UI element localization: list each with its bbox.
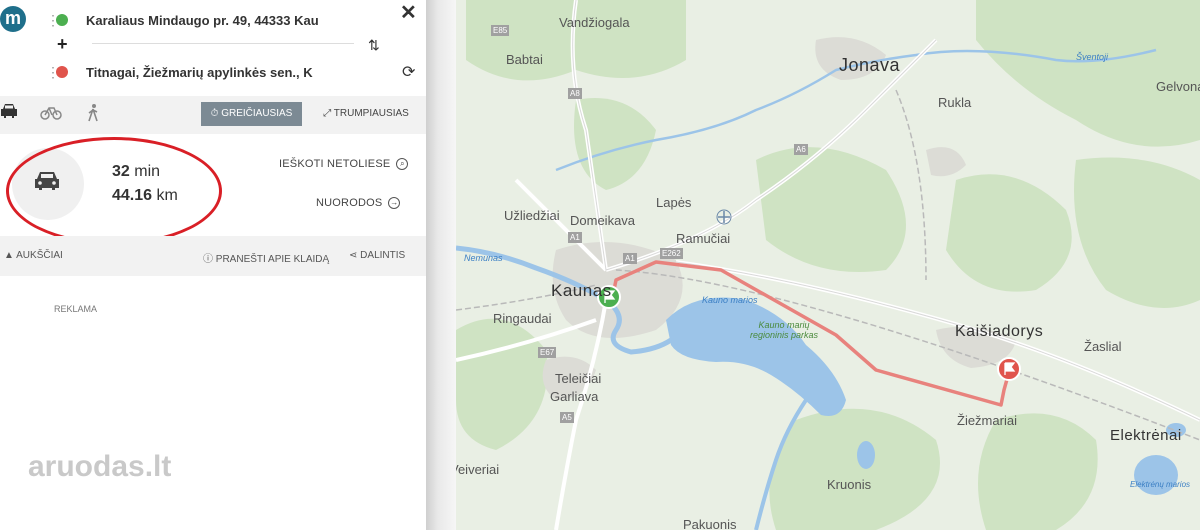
town-label: Kruonis: [827, 477, 872, 492]
origin-row[interactable]: ⋮ Karaliaus Mindaugo pr. 49, 44333 Kau: [46, 8, 348, 32]
swap-icon[interactable]: ⇅: [368, 37, 380, 54]
road-label: A1: [623, 253, 637, 264]
city-label: Elektrėnai: [1110, 427, 1182, 444]
park-label: Kauno marių regioninis parkas: [749, 320, 819, 340]
destination-input[interactable]: Titnagai, Žiežmarių apylinkės sen., K: [86, 65, 348, 80]
destination-row[interactable]: ⋮ Titnagai, Žiežmarių apylinkės sen., K: [46, 60, 348, 84]
end-flag-icon[interactable]: [997, 357, 1021, 381]
elevations-button[interactable]: ▲ AUKŠČIAI: [4, 250, 63, 261]
road-label: A5: [560, 412, 574, 423]
car-mode-button[interactable]: [0, 103, 18, 124]
search-icon: ⌕: [396, 158, 409, 171]
road-label: A6: [794, 144, 808, 155]
start-pin-icon: [56, 14, 68, 26]
report-error-button[interactable]: ⓘ PRANEŠTI APIE KLAIDĄ: [203, 250, 329, 265]
directions-icon: →: [388, 197, 401, 210]
town-label: Teleičiai: [555, 371, 602, 386]
town-label: Rukla: [938, 95, 972, 110]
watermark-logo: aruodas.lt: [28, 450, 172, 483]
drag-handle-icon[interactable]: ⋮: [46, 65, 60, 79]
town-label: Užliedžiai: [504, 208, 560, 223]
city-label: Jonava: [839, 55, 901, 75]
map-canvas: [456, 0, 1200, 530]
ad-label: REKLAMA: [54, 304, 98, 314]
ruler-icon: ⤢: [323, 108, 332, 119]
town-label: Ringaudai: [493, 311, 552, 326]
info-icon: ⓘ: [203, 254, 213, 265]
directions-link[interactable]: NUORODOS →: [316, 197, 401, 210]
town-label: Veiveriai: [456, 462, 500, 477]
add-stop-button[interactable]: +: [57, 34, 68, 55]
bicycle-icon: [40, 107, 62, 120]
town-label: Domeikava: [570, 213, 636, 228]
road-label: A1: [568, 232, 582, 243]
close-icon[interactable]: ✕: [400, 0, 417, 25]
mountain-icon: ▲: [4, 250, 14, 261]
origin-input[interactable]: Karaliaus Mindaugo pr. 49, 44333 Kau: [86, 13, 348, 28]
town-label: Žaslial: [1084, 339, 1122, 354]
share-button[interactable]: ⋖ DALINTIS: [349, 250, 405, 261]
road-label: E67: [538, 347, 557, 358]
town-label: Ramučiai: [676, 231, 731, 246]
refresh-icon[interactable]: ⟳: [402, 62, 415, 82]
water-label: Elektrėnų marios: [1130, 480, 1191, 489]
stopwatch-icon: ⏱: [210, 108, 219, 119]
town-label: Lapės: [656, 195, 692, 210]
city-label: Kaišiadorys: [955, 323, 1044, 340]
fastest-route-button[interactable]: ⏱ GREIČIAUSIAS: [201, 102, 302, 126]
water-label: Kauno marios: [702, 295, 758, 305]
road-label: E262: [660, 248, 683, 259]
water-label: Šventoji: [1076, 52, 1109, 62]
water-label: Nemunas: [464, 253, 503, 263]
town-label: Vandžiogala: [559, 15, 630, 30]
panel-divider[interactable]: [426, 0, 456, 530]
town-label: Žiežmariai: [957, 413, 1017, 428]
airport-icon: [716, 209, 732, 225]
app-logo[interactable]: m: [0, 6, 26, 32]
share-icon: ⋖: [349, 250, 358, 261]
city-label: Kaunas: [551, 281, 612, 300]
road-label: A8: [568, 88, 582, 99]
shortest-label: TRUMPIAUSIAS: [333, 108, 409, 119]
route-panel: m ⋮ Karaliaus Mindaugo pr. 49, 44333 Kau…: [0, 0, 426, 530]
bicycle-mode-button[interactable]: [40, 104, 62, 125]
town-label: Babtai: [506, 52, 543, 67]
fastest-label: GREIČIAUSIAS: [221, 108, 293, 119]
map-view[interactable]: Jonava Kaišiadorys Elektrėnai Kaunas Van…: [456, 0, 1200, 530]
town-label: Gelvonai: [1156, 79, 1200, 94]
car-icon: [1, 104, 17, 118]
divider: [92, 43, 354, 44]
town-label: Pakuonis: [683, 517, 737, 530]
walk-icon: [88, 104, 98, 122]
road-label: E85: [491, 25, 510, 36]
end-pin-icon: [56, 66, 68, 78]
town-label: Garliava: [550, 389, 599, 404]
shortest-route-button[interactable]: ⤢ TRUMPIAUSIAS: [312, 102, 420, 126]
drag-handle-icon[interactable]: ⋮: [46, 13, 60, 27]
walk-mode-button[interactable]: [86, 104, 100, 127]
search-nearby-link[interactable]: IEŠKOTI NETOLIESE ⌕: [279, 158, 409, 171]
highlight-annotation: [6, 137, 222, 245]
